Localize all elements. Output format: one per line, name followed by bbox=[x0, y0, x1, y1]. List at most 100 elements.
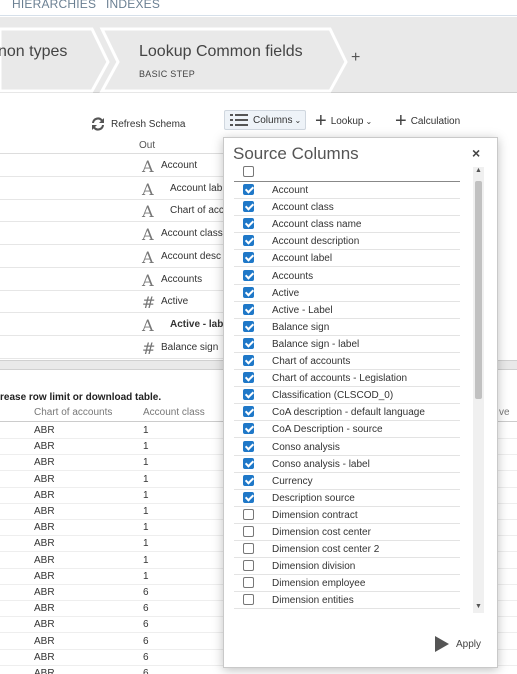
out-row[interactable]: A Account class bbox=[0, 223, 225, 246]
col-header-chart-of-accounts[interactable]: Chart of accounts bbox=[34, 407, 112, 418]
scroll-down-icon[interactable]: ▼ bbox=[475, 603, 482, 610]
checked-checkbox[interactable] bbox=[243, 252, 254, 264]
columns-button[interactable]: Columns ⌄ bbox=[224, 110, 307, 130]
source-column-item[interactable]: CoA Description - source bbox=[234, 421, 460, 439]
out-row[interactable]: A Accounts bbox=[0, 269, 225, 291]
source-column-item[interactable]: Conso analysis - label bbox=[234, 456, 460, 473]
unchecked-checkbox[interactable] bbox=[243, 560, 254, 572]
checked-checkbox[interactable] bbox=[243, 389, 254, 401]
chevron-down-icon: ⌄ bbox=[365, 116, 373, 126]
cell-chart-of-accounts: ABR bbox=[34, 635, 55, 647]
source-column-item[interactable]: Currency bbox=[234, 473, 460, 490]
source-column-item[interactable]: Balance sign bbox=[234, 319, 460, 336]
source-column-item[interactable]: Dimension employee bbox=[234, 575, 460, 593]
cell-chart-of-accounts: ABR bbox=[34, 522, 55, 534]
source-column-item[interactable]: Chart of accounts bbox=[234, 353, 460, 370]
cell-account-class: 1 bbox=[143, 538, 149, 550]
source-column-item[interactable]: Balance sign - label bbox=[234, 336, 460, 353]
cell-account-class: 1 bbox=[143, 441, 149, 453]
out-row[interactable]: # Active bbox=[0, 291, 225, 314]
unchecked-checkbox[interactable] bbox=[243, 577, 254, 589]
source-column-item[interactable]: Dimension division bbox=[234, 558, 460, 576]
source-column-label: CoA Description - source bbox=[272, 424, 383, 436]
source-column-item[interactable]: Account label bbox=[234, 250, 460, 268]
source-column-item[interactable]: Dimension cost center 2 bbox=[234, 541, 460, 559]
checked-checkbox[interactable] bbox=[243, 440, 254, 452]
out-row[interactable]: A Chart of acc bbox=[0, 200, 225, 223]
unchecked-checkbox[interactable] bbox=[243, 611, 254, 612]
source-column-label: Account class name bbox=[272, 219, 362, 231]
checked-checkbox[interactable] bbox=[243, 372, 254, 384]
source-column-item[interactable]: Conso analysis bbox=[234, 439, 460, 456]
checked-checkbox[interactable] bbox=[243, 269, 254, 281]
tab-hierarchies[interactable]: HIERARCHIES bbox=[12, 0, 96, 11]
number-type-icon: # bbox=[142, 293, 156, 313]
unchecked-checkbox[interactable] bbox=[243, 543, 254, 555]
columns-label: Columns bbox=[253, 114, 293, 126]
lookup-button[interactable]: + Lookup ⌄ bbox=[315, 111, 373, 131]
source-column-item[interactable]: Account bbox=[234, 182, 460, 199]
cell-account-class: 6 bbox=[143, 668, 149, 674]
col-header-account-class[interactable]: Account class bbox=[143, 407, 205, 418]
apply-button[interactable]: Apply bbox=[434, 635, 481, 653]
text-type-icon: A bbox=[142, 315, 154, 335]
checked-checkbox[interactable] bbox=[243, 235, 254, 247]
source-column-item[interactable]: Description source bbox=[234, 490, 460, 507]
list-scrollbar[interactable]: ▲ ▼ bbox=[473, 167, 484, 613]
checked-checkbox[interactable] bbox=[243, 406, 254, 418]
source-column-item[interactable]: Dimension cost center bbox=[234, 524, 460, 541]
source-column-item[interactable]: CoA description - default language bbox=[234, 404, 460, 422]
scroll-thumb[interactable] bbox=[475, 181, 482, 399]
col-header-partial[interactable]: ve bbox=[499, 407, 510, 418]
source-column-item[interactable] bbox=[234, 610, 460, 612]
source-column-item[interactable]: Active - Label bbox=[234, 302, 460, 319]
checked-checkbox[interactable] bbox=[243, 474, 254, 486]
source-column-item[interactable]: Chart of accounts - Legislation bbox=[234, 370, 460, 388]
out-row[interactable]: A Account lab bbox=[0, 178, 225, 200]
source-column-item[interactable]: Accounts bbox=[234, 268, 460, 285]
checked-checkbox[interactable] bbox=[243, 337, 254, 349]
source-column-item[interactable]: Dimension entities bbox=[234, 592, 460, 610]
unchecked-checkbox[interactable] bbox=[243, 526, 254, 537]
source-column-item[interactable]: Account description bbox=[234, 233, 460, 251]
refresh-schema-button[interactable]: Refresh Schema bbox=[88, 114, 185, 134]
source-column-item[interactable]: Account class name bbox=[234, 216, 460, 234]
scroll-up-icon[interactable]: ▲ bbox=[475, 167, 482, 174]
out-divider bbox=[0, 153, 225, 154]
close-icon[interactable]: × bbox=[472, 145, 480, 161]
chevron-down-icon: ⌄ bbox=[294, 115, 302, 125]
out-row[interactable]: A Account desc bbox=[0, 246, 225, 268]
checked-checkbox[interactable] bbox=[243, 286, 254, 298]
tab-indexes[interactable]: INDEXES bbox=[106, 0, 160, 11]
unchecked-checkbox[interactable] bbox=[243, 594, 254, 606]
source-column-label: Description source bbox=[272, 492, 355, 504]
cell-chart-of-accounts: ABR bbox=[34, 619, 55, 631]
unchecked-checkbox[interactable] bbox=[243, 508, 254, 520]
checked-checkbox[interactable] bbox=[243, 457, 254, 469]
refresh-schema-label: Refresh Schema bbox=[111, 118, 186, 130]
cell-chart-of-accounts: ABR bbox=[34, 603, 55, 615]
out-row[interactable]: A Account bbox=[0, 155, 225, 177]
source-column-item[interactable]: Active bbox=[234, 285, 460, 302]
step-current[interactable]: Lookup Common fields bbox=[139, 43, 303, 61]
step-prev[interactable]: non types bbox=[0, 43, 67, 61]
checked-checkbox[interactable] bbox=[243, 218, 254, 230]
checked-checkbox[interactable] bbox=[243, 320, 254, 332]
checked-checkbox[interactable] bbox=[243, 491, 254, 503]
checked-checkbox[interactable] bbox=[243, 423, 254, 435]
cell-account-class: 1 bbox=[143, 506, 149, 517]
calculation-button[interactable]: + Calculation bbox=[395, 111, 460, 131]
out-row-label: Account class bbox=[161, 228, 223, 240]
out-row[interactable]: # Balance sign bbox=[0, 337, 225, 359]
checked-checkbox[interactable] bbox=[243, 355, 254, 366]
checked-checkbox[interactable] bbox=[243, 201, 254, 213]
checked-checkbox[interactable] bbox=[243, 184, 254, 195]
add-step-button[interactable]: + bbox=[351, 49, 360, 67]
out-row-label: Balance sign bbox=[161, 341, 219, 353]
out-row[interactable]: A Active - lab bbox=[0, 314, 225, 336]
select-all-checkbox[interactable] bbox=[243, 166, 254, 177]
source-column-item[interactable]: Dimension contract bbox=[234, 507, 460, 524]
source-column-item[interactable]: Classification (CLSCOD_0) bbox=[234, 387, 460, 405]
checked-checkbox[interactable] bbox=[243, 303, 254, 315]
source-column-item[interactable]: Account class bbox=[234, 199, 460, 217]
